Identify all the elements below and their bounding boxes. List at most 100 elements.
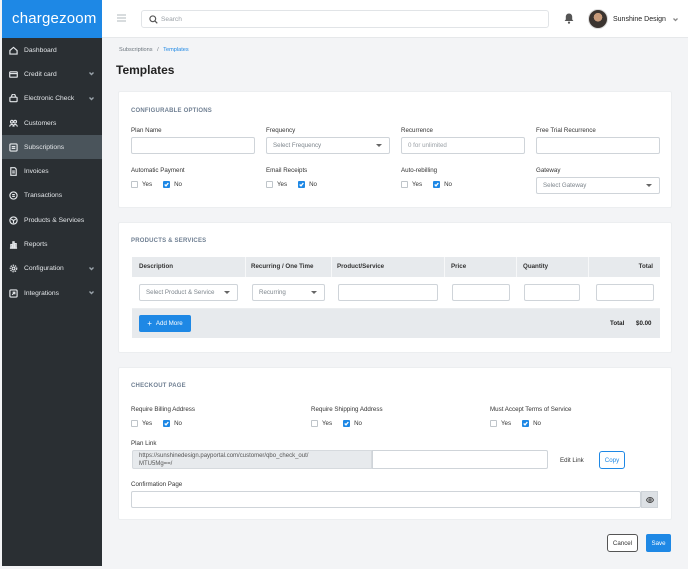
automatic-payment-no-checkbox[interactable]	[163, 181, 171, 188]
option-label: Yes	[142, 181, 153, 188]
save-button[interactable]: Save	[646, 534, 671, 552]
table-footer: + Add More Total $0.00	[132, 309, 660, 338]
add-more-button[interactable]: + Add More	[139, 315, 191, 332]
recurrence-label: Recurrence	[401, 127, 433, 134]
sidebar-item-customers[interactable]: Customers	[2, 111, 102, 135]
sidebar-item-label: Configuration	[24, 265, 64, 273]
email-receipts-yes-checkbox[interactable]	[266, 181, 273, 188]
search-icon	[149, 15, 158, 24]
user-menu[interactable]: Sunshine Design	[588, 8, 678, 30]
sidebar-item-integrations[interactable]: Integrations	[2, 281, 102, 305]
terms-of-service-label: Must Accept Terms of Service	[490, 406, 572, 413]
cancel-button[interactable]: Cancel	[607, 534, 638, 552]
email-receipts-no-checkbox[interactable]	[298, 181, 306, 188]
notifications-bell-icon[interactable]	[564, 13, 574, 24]
plus-icon: +	[147, 319, 152, 328]
sidebar-nav: Dashboard Credit card Electronic Check Cust…	[2, 38, 102, 305]
option-label: No	[533, 420, 542, 427]
recurring-select[interactable]: Recurring	[252, 284, 325, 301]
sidebar-item-configuration[interactable]: Configuration	[2, 257, 102, 281]
checkout-page-card: CHECKOUT PAGE Require Billing Address Ye…	[118, 367, 672, 520]
column-header: Price	[451, 263, 467, 270]
free-trial-input[interactable]	[536, 137, 660, 154]
billing-yes-checkbox[interactable]	[131, 420, 138, 427]
option-label: No	[444, 181, 453, 188]
product-service-select[interactable]: Select Product & Service	[139, 284, 238, 301]
breadcrumb-current: Templates	[163, 47, 189, 53]
sidebar-item-invoices[interactable]: Invoices	[2, 159, 102, 183]
main-content: Subscriptions / Templates Templates CONF…	[102, 38, 688, 566]
chevron-down-icon	[89, 96, 94, 101]
caret-down-icon	[224, 291, 230, 294]
shipping-yes-checkbox[interactable]	[311, 420, 318, 427]
column-header: Product/Service	[337, 263, 385, 270]
sidebar-item-label: Invoices	[24, 168, 49, 176]
copy-button[interactable]: Copy	[599, 451, 625, 469]
product-service-input[interactable]	[338, 284, 438, 301]
recurring-select-value: Recurring	[259, 289, 286, 296]
sidebar-item-subscriptions[interactable]: Subscriptions	[2, 135, 102, 160]
sidebar-item-label: Products & Services	[24, 216, 85, 224]
quantity-input[interactable]	[524, 284, 580, 301]
gateway-select-value: Select Gateway	[543, 182, 587, 189]
plan-name-label: Plan Name	[131, 127, 162, 134]
plan-link-display[interactable]: https://sunshinedesign.payportal.com/cus…	[132, 450, 372, 469]
users-icon	[9, 119, 18, 128]
auto-rebilling-yes-checkbox[interactable]	[401, 181, 408, 188]
auto-rebilling-options: Yes No	[401, 181, 452, 188]
plan-link-slug-input[interactable]	[372, 450, 548, 469]
app-logo[interactable]: chargezoom	[2, 0, 102, 38]
bank-icon	[9, 94, 18, 103]
sidebar-item-label: Electronic Check	[24, 95, 75, 103]
option-label: No	[174, 420, 183, 427]
recurrence-input[interactable]	[401, 137, 525, 154]
column-header: Total	[638, 263, 653, 270]
sidebar-item-label: Subscriptions	[24, 143, 65, 151]
plan-link-label: Plan Link	[131, 440, 157, 447]
caret-down-icon	[646, 184, 652, 187]
confirmation-page-input[interactable]	[131, 491, 641, 508]
email-receipts-options: Yes No	[266, 181, 317, 188]
plan-name-input[interactable]	[131, 137, 255, 154]
shipping-address-options: Yes No	[311, 420, 362, 427]
auto-rebilling-no-checkbox[interactable]	[433, 181, 441, 188]
sidebar-item-credit-card[interactable]: Credit card	[2, 62, 102, 86]
shipping-address-label: Require Shipping Address	[311, 406, 383, 413]
sidebar-item-transactions[interactable]: Transactions	[2, 184, 102, 208]
gateway-select[interactable]: Select Gateway	[536, 177, 660, 194]
menu-toggle-icon[interactable]	[117, 14, 126, 22]
option-label: No	[309, 181, 318, 188]
shipping-no-checkbox[interactable]	[343, 420, 351, 427]
sidebar-item-electronic-check[interactable]: Electronic Check	[2, 87, 102, 111]
breadcrumb-parent[interactable]: Subscriptions	[119, 47, 153, 53]
section-title: CONFIGURABLE OPTIONS	[131, 108, 213, 114]
sidebar-item-reports[interactable]: Reports	[2, 232, 102, 256]
sidebar-item-dashboard[interactable]: Dashboard	[2, 38, 102, 62]
invoice-icon	[9, 167, 18, 176]
frequency-select[interactable]: Select Frequency	[266, 137, 390, 154]
billing-address-options: Yes No	[131, 420, 182, 427]
option-label: Yes	[501, 420, 512, 427]
caret-down-icon	[311, 291, 317, 294]
sidebar-item-products-services[interactable]: Products & Services	[2, 208, 102, 232]
page-title: Templates	[116, 63, 175, 77]
subscription-icon	[9, 143, 18, 152]
terms-yes-checkbox[interactable]	[490, 420, 497, 427]
search-input[interactable]	[161, 12, 541, 26]
automatic-payment-yes-checkbox[interactable]	[131, 181, 138, 188]
column-header: Quantity	[523, 263, 549, 270]
billing-no-checkbox[interactable]	[163, 420, 171, 427]
automatic-payment-options: Yes No	[131, 181, 182, 188]
sidebar-item-label: Transactions	[24, 192, 63, 200]
option-label: Yes	[322, 420, 333, 427]
sidebar: chargezoom Dashboard Credit card Electroni…	[2, 0, 102, 566]
product-service-select-value: Select Product & Service	[146, 289, 215, 296]
integrations-icon	[9, 288, 18, 298]
total-input[interactable]	[596, 284, 654, 301]
terms-no-checkbox[interactable]	[522, 420, 530, 427]
preview-eye-icon[interactable]	[641, 491, 658, 508]
plan-link-line: MTU5Mg==/	[139, 460, 173, 467]
edit-link[interactable]: Edit Link	[560, 457, 584, 464]
price-input[interactable]	[452, 284, 510, 301]
email-receipts-label: Email Receipts	[266, 167, 308, 174]
